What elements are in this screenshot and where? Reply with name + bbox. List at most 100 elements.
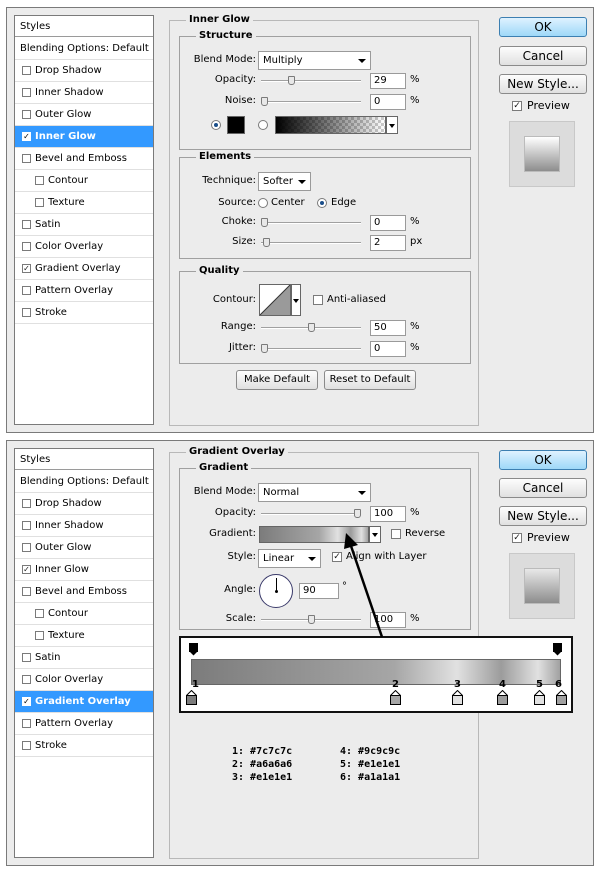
contour-picker[interactable] bbox=[259, 284, 291, 316]
range-slider[interactable] bbox=[261, 323, 361, 333]
anti-aliased-label[interactable]: Anti-aliased bbox=[327, 294, 386, 306]
preview-checkbox[interactable]: ✓ bbox=[512, 533, 522, 543]
noise-slider[interactable] bbox=[261, 97, 361, 107]
glow-color-swatch[interactable] bbox=[227, 116, 245, 134]
angle-dial[interactable] bbox=[259, 574, 293, 608]
color-stop-2[interactable] bbox=[389, 689, 402, 709]
style-item-color-overlay[interactable]: Color Overlay bbox=[15, 236, 153, 258]
style-item-inner-glow[interactable]: ✓ Inner Glow bbox=[15, 126, 153, 148]
reverse-label[interactable]: Reverse bbox=[405, 528, 445, 540]
style-checkbox[interactable] bbox=[22, 66, 31, 75]
slider-thumb[interactable] bbox=[261, 344, 268, 353]
style-item-color-overlay[interactable]: Color Overlay bbox=[15, 669, 153, 691]
source-center-label[interactable]: Center bbox=[271, 197, 305, 209]
style-checkbox[interactable]: ✓ bbox=[22, 697, 31, 706]
jitter-slider[interactable] bbox=[261, 344, 361, 354]
style-checkbox[interactable] bbox=[35, 631, 44, 640]
style-item-drop-shadow[interactable]: Drop Shadow bbox=[15, 493, 153, 515]
source-center-radio[interactable] bbox=[258, 198, 268, 208]
make-default-button[interactable]: Make Default bbox=[236, 370, 318, 390]
style-item-satin[interactable]: Satin bbox=[15, 647, 153, 669]
cancel-button[interactable]: Cancel bbox=[499, 46, 587, 66]
opacity-slider[interactable] bbox=[261, 76, 361, 86]
anti-aliased-checkbox[interactable] bbox=[313, 295, 323, 305]
style-checkbox[interactable]: ✓ bbox=[22, 132, 31, 141]
style-item-inner-glow[interactable]: ✓ Inner Glow bbox=[15, 559, 153, 581]
ok-button[interactable]: OK bbox=[499, 17, 587, 37]
style-item-blending-options-default[interactable]: Blending Options: Default bbox=[15, 38, 153, 60]
slider-thumb[interactable] bbox=[288, 76, 295, 85]
style-item-stroke[interactable]: Stroke bbox=[15, 302, 153, 324]
solid-color-radio[interactable] bbox=[211, 120, 221, 130]
preview-checkbox[interactable]: ✓ bbox=[512, 101, 522, 111]
glow-gradient-dropdown[interactable] bbox=[386, 116, 398, 134]
style-checkbox[interactable]: ✓ bbox=[22, 264, 31, 273]
slider-thumb[interactable] bbox=[261, 97, 268, 106]
style-item-texture[interactable]: Texture bbox=[15, 625, 153, 647]
slider-thumb[interactable] bbox=[354, 509, 361, 518]
style-item-outer-glow[interactable]: Outer Glow bbox=[15, 537, 153, 559]
style-item-contour[interactable]: Contour bbox=[15, 170, 153, 192]
noise-input[interactable]: 0 bbox=[370, 94, 406, 110]
style-checkbox[interactable] bbox=[22, 110, 31, 119]
preview-label[interactable]: Preview bbox=[527, 100, 570, 112]
style-checkbox[interactable] bbox=[22, 499, 31, 508]
style-checkbox[interactable] bbox=[35, 198, 44, 207]
reset-to-default-button[interactable]: Reset to Default bbox=[324, 370, 416, 390]
style-checkbox[interactable] bbox=[22, 543, 31, 552]
style-item-contour[interactable]: Contour bbox=[15, 603, 153, 625]
jitter-input[interactable]: 0 bbox=[370, 341, 406, 357]
blend-mode-select[interactable]: Multiply bbox=[258, 51, 371, 70]
style-item-drop-shadow[interactable]: Drop Shadow bbox=[15, 60, 153, 82]
range-input[interactable]: 50 bbox=[370, 320, 406, 336]
styles-header[interactable]: Styles bbox=[15, 16, 153, 37]
style-item-inner-shadow[interactable]: Inner Shadow bbox=[15, 82, 153, 104]
style-checkbox[interactable] bbox=[22, 719, 31, 728]
gradient-radio[interactable] bbox=[258, 120, 268, 130]
style-checkbox[interactable] bbox=[22, 741, 31, 750]
style-item-inner-shadow[interactable]: Inner Shadow bbox=[15, 515, 153, 537]
style-item-outer-glow[interactable]: Outer Glow bbox=[15, 104, 153, 126]
size-slider[interactable] bbox=[261, 238, 361, 248]
blend-mode-select[interactable]: Normal bbox=[258, 483, 371, 502]
style-checkbox[interactable] bbox=[35, 609, 44, 618]
opacity-input[interactable]: 100 bbox=[370, 506, 406, 522]
source-edge-label[interactable]: Edge bbox=[331, 197, 356, 209]
new-style-button[interactable]: New Style... bbox=[499, 506, 587, 526]
style-item-pattern-overlay[interactable]: Pattern Overlay bbox=[15, 713, 153, 735]
glow-gradient-picker[interactable] bbox=[275, 116, 386, 134]
style-checkbox[interactable] bbox=[22, 242, 31, 251]
slider-thumb[interactable] bbox=[261, 218, 268, 227]
style-checkbox[interactable] bbox=[22, 653, 31, 662]
slider-thumb[interactable] bbox=[308, 323, 315, 332]
color-stop-6[interactable] bbox=[555, 689, 568, 709]
preview-label[interactable]: Preview bbox=[527, 532, 570, 544]
style-checkbox[interactable]: ✓ bbox=[22, 565, 31, 574]
size-input[interactable]: 2 bbox=[370, 235, 406, 251]
style-item-bevel-and-emboss[interactable]: Bevel and Emboss bbox=[15, 148, 153, 170]
style-checkbox[interactable] bbox=[22, 88, 31, 97]
style-checkbox[interactable] bbox=[22, 286, 31, 295]
choke-slider[interactable] bbox=[261, 218, 361, 228]
styles-header[interactable]: Styles bbox=[15, 449, 153, 470]
color-stop-1[interactable] bbox=[185, 689, 198, 709]
source-edge-radio[interactable] bbox=[317, 198, 327, 208]
ok-button[interactable]: OK bbox=[499, 450, 587, 470]
slider-thumb[interactable] bbox=[308, 615, 315, 624]
opacity-input[interactable]: 29 bbox=[370, 73, 406, 89]
style-item-pattern-overlay[interactable]: Pattern Overlay bbox=[15, 280, 153, 302]
style-checkbox[interactable] bbox=[22, 675, 31, 684]
style-item-satin[interactable]: Satin bbox=[15, 214, 153, 236]
style-item-blending-options-default[interactable]: Blending Options: Default bbox=[15, 471, 153, 493]
opacity-slider[interactable] bbox=[261, 509, 361, 519]
style-checkbox[interactable] bbox=[22, 521, 31, 530]
contour-dropdown[interactable] bbox=[291, 284, 301, 316]
choke-input[interactable]: 0 bbox=[370, 215, 406, 231]
style-item-bevel-and-emboss[interactable]: Bevel and Emboss bbox=[15, 581, 153, 603]
style-item-gradient-overlay[interactable]: ✓ Gradient Overlay bbox=[15, 258, 153, 280]
slider-thumb[interactable] bbox=[263, 238, 270, 247]
new-style-button[interactable]: New Style... bbox=[499, 74, 587, 94]
color-stop-3[interactable] bbox=[451, 689, 464, 709]
reverse-checkbox[interactable] bbox=[391, 529, 401, 539]
technique-select[interactable]: Softer bbox=[258, 172, 311, 191]
